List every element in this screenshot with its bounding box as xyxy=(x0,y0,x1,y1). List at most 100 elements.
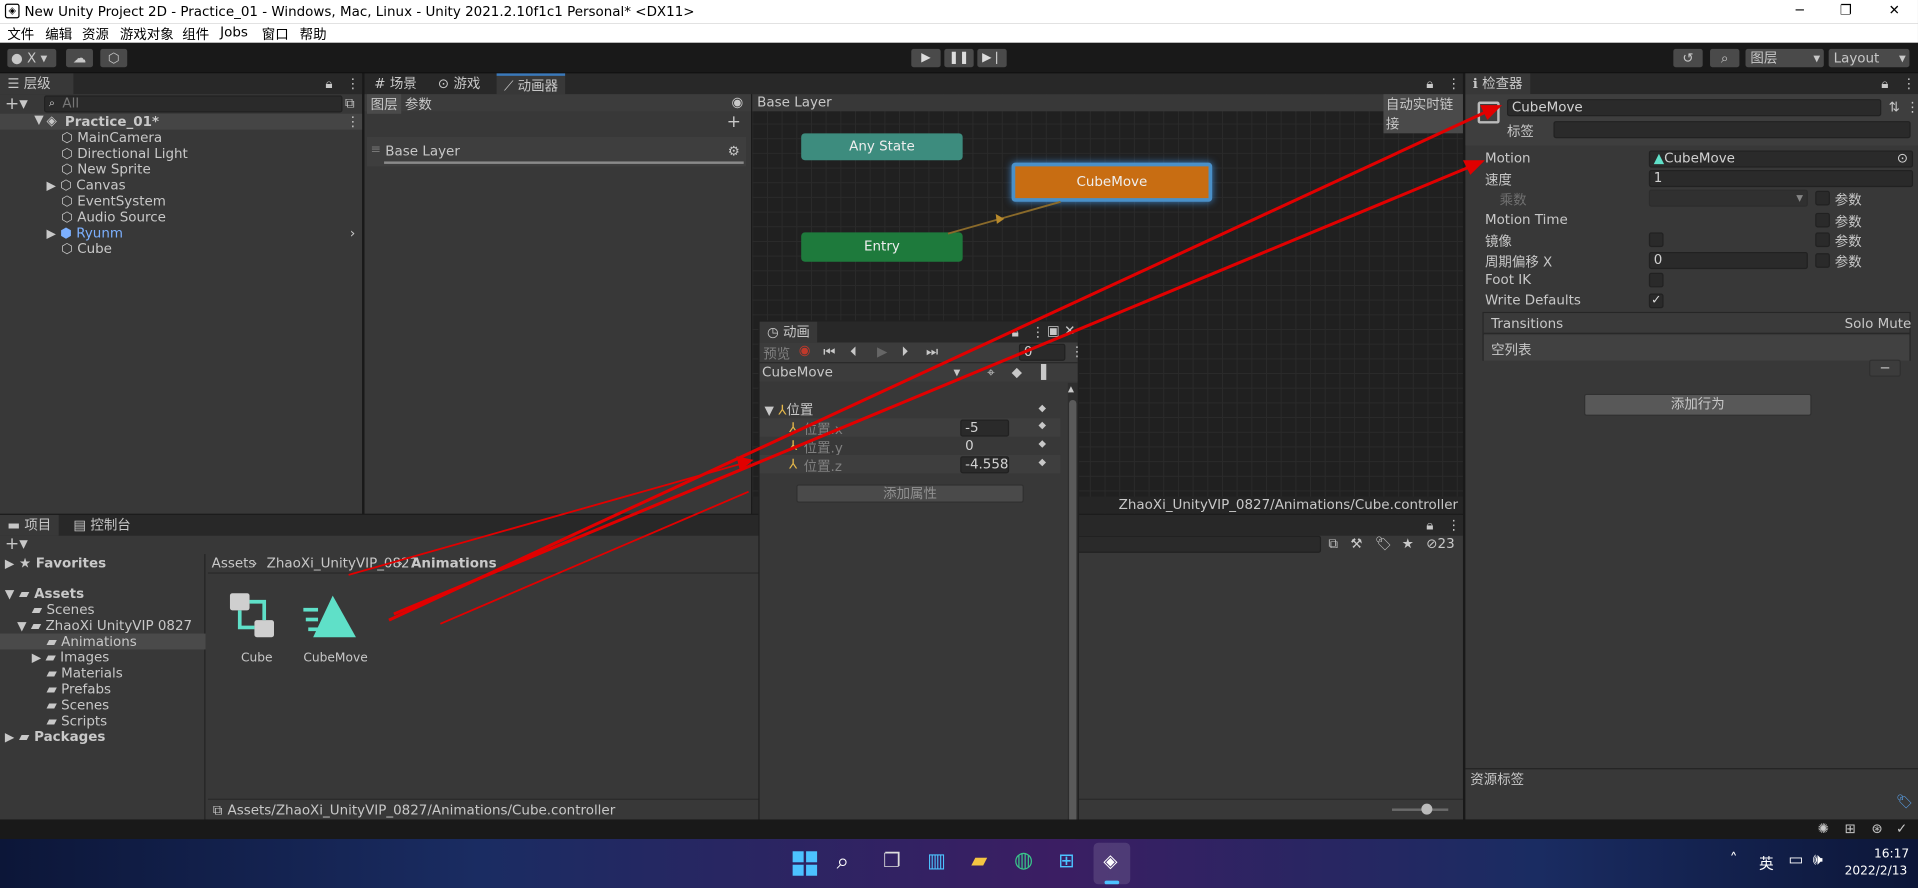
write-defaults-checkbox[interactable]: ✓ xyxy=(1648,293,1664,309)
filter-icon[interactable]: ⧉ xyxy=(345,95,355,112)
debug-icon[interactable]: ✺ xyxy=(1818,821,1829,837)
search-icon[interactable]: ⌕ xyxy=(837,849,849,875)
close-icon[interactable]: ✕ xyxy=(1064,323,1075,339)
expand-arrow-icon[interactable]: ▶ xyxy=(46,227,55,240)
tree-item[interactable]: ▰ Scenes xyxy=(32,602,95,618)
menu-file[interactable]: 文件 xyxy=(7,24,34,44)
edge-icon[interactable]: ◍ xyxy=(1014,848,1033,874)
tree-item[interactable]: ▰ Materials xyxy=(46,665,122,681)
progress-icon[interactable]: ⊛ xyxy=(1871,821,1882,837)
clip-dropdown[interactable]: CubeMove ▾ xyxy=(762,364,963,380)
hierarchy-item[interactable]: ▶ ⬢ Ryunm xyxy=(46,225,122,241)
more-icon[interactable]: ⋮ xyxy=(1447,517,1460,533)
base-layer-row[interactable]: ≡ Base Layer ⚙ xyxy=(366,136,747,167)
slider-thumb[interactable] xyxy=(1421,803,1433,815)
layers-dropdown[interactable]: 图层 ▾ xyxy=(1745,48,1824,68)
motion-field[interactable]: ▲CubeMove ⊙ xyxy=(1648,150,1914,168)
collab-button[interactable]: ⬡ xyxy=(100,48,128,68)
gear-icon[interactable]: ⚙ xyxy=(728,143,740,159)
breadcrumb-item[interactable]: Animations xyxy=(411,555,497,571)
drag-handle-icon[interactable]: ≡ xyxy=(371,143,381,156)
add-keyframe-icon[interactable]: ◆ xyxy=(1012,364,1022,380)
expand-arrow-icon[interactable]: ▼ xyxy=(17,620,26,633)
diamond-icon[interactable]: ◆ xyxy=(1038,456,1046,467)
pause-button[interactable]: ❚❚ xyxy=(944,48,974,68)
more-icon[interactable]: ⋮ xyxy=(1906,99,1918,115)
more-icon[interactable]: ⋮ xyxy=(1031,324,1044,340)
prev-key-icon[interactable]: ⏴ xyxy=(850,344,857,361)
lock-icon[interactable]: 🔒︎ xyxy=(1426,517,1433,534)
property-value-input[interactable]: 0 xyxy=(960,437,1010,455)
hierarchy-item[interactable]: ⬡ Audio Source xyxy=(61,209,166,225)
hierarchy-item[interactable]: ⬡ Directional Light xyxy=(61,146,188,162)
menu-window[interactable]: 窗口 xyxy=(262,24,289,44)
expand-arrow-icon[interactable]: ▶ xyxy=(32,652,41,665)
preview-toggle[interactable]: 预览 xyxy=(763,344,790,364)
menu-component[interactable]: 组件 xyxy=(182,24,209,44)
expand-arrow-icon[interactable]: ▼ xyxy=(5,588,14,601)
mirror-param-checkbox[interactable] xyxy=(1815,232,1830,248)
tag-input[interactable] xyxy=(1553,121,1911,139)
expand-arrow-icon[interactable]: ▶ xyxy=(5,558,14,571)
hierarchy-item[interactable]: ⬡ New Sprite xyxy=(61,161,151,177)
scroll-up-icon[interactable]: ▴ xyxy=(1068,383,1074,396)
state-name-input[interactable]: CubeMove xyxy=(1506,99,1882,117)
vertical-scrollbar[interactable]: ▴ xyxy=(1067,382,1078,841)
menu-help[interactable]: 帮助 xyxy=(300,24,327,44)
foot-ik-checkbox[interactable] xyxy=(1648,272,1664,288)
tree-item[interactable]: ▼ ▰ Assets xyxy=(5,586,84,602)
lock-icon[interactable]: 🔒︎ xyxy=(1012,324,1019,341)
expand-arrow-icon[interactable]: ▼ xyxy=(765,405,774,418)
unity-taskbar-button[interactable]: ◈ xyxy=(1093,842,1131,885)
speed-input[interactable]: 1 xyxy=(1648,170,1914,188)
star-icon[interactable]: ★ xyxy=(1402,536,1414,552)
diamond-icon[interactable]: ◆ xyxy=(1038,438,1046,449)
tab-animation[interactable]: ◷ 动画 xyxy=(759,321,818,343)
preset-icon[interactable]: ⇅ xyxy=(1889,99,1900,115)
close-button[interactable]: ✕ xyxy=(1889,2,1900,18)
maximize-button[interactable]: ❐ xyxy=(1840,2,1852,18)
mirror-checkbox[interactable] xyxy=(1648,232,1664,248)
expand-arrow-icon[interactable]: ▶ xyxy=(46,180,55,193)
breadcrumb-item[interactable]: Assets xyxy=(212,555,256,571)
volume-icon[interactable]: 🕪︎ xyxy=(1813,851,1823,869)
hierarchy-item[interactable]: ⬡ EventSystem xyxy=(61,193,166,209)
tree-item[interactable]: ▰ Prefabs xyxy=(46,681,111,697)
property-value-input[interactable]: -4.558 xyxy=(960,456,1010,474)
tree-item[interactable]: ▰ Scenes xyxy=(46,697,109,713)
lock-icon[interactable]: 🔒︎ xyxy=(325,76,332,93)
more-icon[interactable]: ⋮ xyxy=(1070,344,1083,360)
property-row[interactable]: ⅄ 位置.x -5 ◆ xyxy=(759,418,1061,438)
add-event-icon[interactable]: ▌ xyxy=(1041,364,1051,380)
menu-edit[interactable]: 编辑 xyxy=(45,24,72,44)
tree-item[interactable]: ▶ ▰ Images xyxy=(32,649,110,665)
layout-dropdown[interactable]: Layout ▾ xyxy=(1828,48,1910,68)
tab-project[interactable]: ▬ 项目 xyxy=(0,514,59,536)
search-button[interactable]: ⌕ xyxy=(1710,48,1740,68)
property-value-input[interactable]: -5 xyxy=(960,419,1010,437)
property-row[interactable]: ⅄ 位置.z -4.558 ◆ xyxy=(759,454,1061,475)
chevron-up-icon[interactable]: ˄ xyxy=(1730,851,1738,869)
next-key-icon[interactable]: ⏵ xyxy=(901,344,908,361)
tab-scene[interactable]: # 场景 xyxy=(367,73,424,94)
clock-time[interactable]: 16:17 xyxy=(1874,848,1909,861)
diamond-icon[interactable]: ◆ xyxy=(1038,402,1046,413)
menu-gameobject[interactable]: 游戏对象 xyxy=(120,24,174,44)
hidden-packages-toggle[interactable]: ⊘23 xyxy=(1426,536,1454,552)
history-button[interactable]: ↺ xyxy=(1673,48,1703,68)
tree-item[interactable]: ▼ ▰ ZhaoXi UnityVIP 0827 xyxy=(17,618,192,634)
maximize-icon[interactable]: ▣ xyxy=(1047,323,1060,339)
tag-icon[interactable]: 🏷︎ xyxy=(1375,536,1392,552)
asset-tile[interactable]: CubeMove xyxy=(301,591,368,669)
tab-parameters[interactable]: 参数 xyxy=(405,94,432,114)
add-property-button[interactable]: 添加属性 xyxy=(796,484,1024,503)
more-icon[interactable]: ⋮ xyxy=(1902,76,1915,92)
add-layer-button[interactable]: + xyxy=(727,113,741,133)
keyframe-filter-icon[interactable]: ⌖ xyxy=(987,364,995,381)
diamond-icon[interactable]: ◆ xyxy=(1038,420,1046,431)
cloud-button[interactable]: ☁ xyxy=(66,48,93,68)
first-key-icon[interactable]: ⏮ xyxy=(823,344,835,361)
expand-arrow-icon[interactable]: ▼ xyxy=(34,114,43,127)
file-explorer-icon[interactable]: ▰ xyxy=(971,849,987,873)
tree-item[interactable]: ▶ ▰ Packages xyxy=(5,729,106,745)
